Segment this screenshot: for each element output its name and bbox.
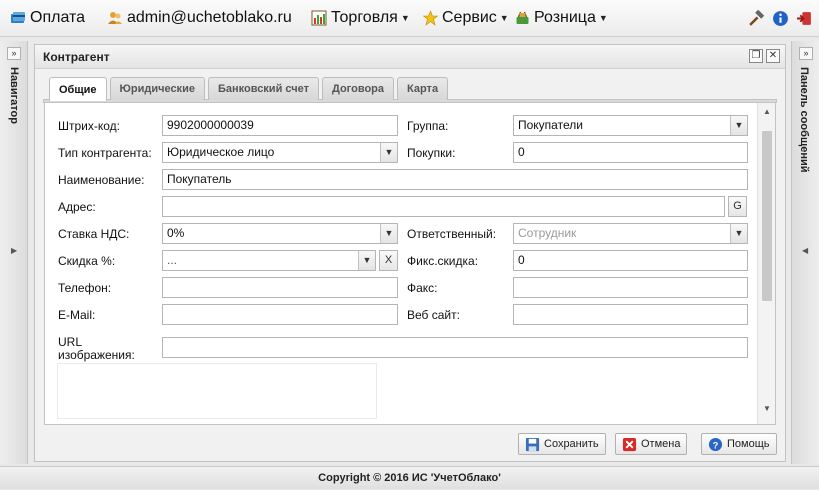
email-label: E-Mail: — [58, 308, 96, 322]
chevron-down-icon[interactable]: ▼ — [358, 251, 375, 270]
type-label: Тип контрагента: — [58, 146, 152, 160]
messages-panel: » Панель сообщений ◀ — [791, 41, 819, 464]
scroll-down-icon[interactable]: ▼ — [763, 404, 771, 413]
expand-navigator-button[interactable]: » — [7, 47, 21, 60]
chevron-down-icon: ▼ — [499, 13, 509, 23]
responsible-label: Ответственный: — [407, 227, 497, 241]
info-icon[interactable] — [771, 9, 789, 27]
chevron-down-icon[interactable]: ▼ — [730, 224, 747, 243]
chevron-down-icon: ▼ — [400, 13, 410, 23]
form-scrollbar[interactable]: ▲ ▼ — [757, 103, 775, 424]
clear-discount-button[interactable]: X — [379, 250, 398, 271]
group-label: Группа: — [407, 119, 449, 133]
help-button[interactable]: ? Помощь — [701, 433, 777, 455]
vat-label: Ставка НДС: — [58, 227, 130, 241]
fax-label: Факс: — [407, 281, 438, 295]
fixed-discount-label: Фикс.скидка: — [407, 254, 479, 268]
type-select[interactable]: Юридическое лицо ▼ — [162, 142, 398, 163]
window-title: Контрагент — [43, 50, 110, 64]
footer-copyright: Copyright © 2016 ИС 'УчетОблако' — [0, 466, 819, 489]
image-url-label-line2: изображения: — [58, 348, 135, 362]
purchases-input[interactable]: 0 — [513, 142, 748, 163]
scroll-thumb[interactable] — [762, 131, 772, 301]
barcode-input[interactable]: 9902000000039 — [162, 115, 398, 136]
expand-messages-button[interactable]: » — [799, 47, 813, 60]
svg-text:?: ? — [713, 440, 719, 450]
tab-bank-account[interactable]: Банковский счет — [207, 77, 319, 100]
top-menu-bar: Оплата admin@uchetoblako.ru Торговля ▼ С… — [0, 0, 819, 37]
image-url-input[interactable] — [162, 337, 748, 358]
top-right-tools — [747, 9, 813, 27]
help-icon: ? — [708, 437, 723, 452]
discount-label: Скидка %: — [58, 254, 116, 268]
address-input[interactable] — [162, 196, 725, 217]
discount-select[interactable]: ... ▼ — [162, 250, 376, 271]
chevron-down-icon[interactable]: ▼ — [380, 224, 397, 243]
logout-icon[interactable] — [795, 9, 813, 27]
email-input[interactable] — [162, 304, 398, 325]
payment-icon — [10, 10, 26, 26]
messages-panel-title: Панель сообщений — [798, 67, 810, 173]
group-select[interactable]: Покупатели ▼ — [513, 115, 748, 136]
save-icon — [525, 437, 540, 452]
chevron-down-icon[interactable]: ▼ — [730, 116, 747, 135]
barcode-label: Штрих-код: — [58, 119, 120, 133]
star-icon — [422, 10, 439, 26]
navigator-panel: » Навигатор ▶ — [0, 41, 28, 464]
cart-icon — [514, 10, 530, 26]
tab-bar: Общие Юридические Банковский счет Догово… — [49, 77, 449, 101]
purchases-label: Покупки: — [407, 146, 456, 160]
name-label: Наименование: — [58, 173, 145, 187]
users-icon — [107, 10, 123, 26]
menu-service[interactable]: Сервис ▼ — [422, 8, 509, 28]
chevron-right-icon[interactable]: ▶ — [11, 246, 17, 255]
tab-card[interactable]: Карта — [397, 77, 449, 100]
website-input[interactable] — [513, 304, 748, 325]
phone-input[interactable] — [162, 277, 398, 298]
scroll-up-icon[interactable]: ▲ — [763, 107, 771, 116]
image-preview — [57, 363, 377, 419]
menu-payment[interactable]: Оплата — [10, 8, 85, 28]
cancel-button[interactable]: Отмена — [615, 433, 688, 455]
tab-general[interactable]: Общие — [49, 77, 107, 101]
menu-retail[interactable]: Розница ▼ — [514, 8, 608, 28]
menu-trade[interactable]: Торговля ▼ — [311, 8, 410, 28]
fixed-discount-input[interactable]: 0 — [513, 250, 748, 271]
close-icon — [622, 437, 637, 452]
navigator-title: Навигатор — [8, 67, 20, 124]
name-input[interactable]: Покупатель — [162, 169, 748, 190]
vat-select[interactable]: 0% ▼ — [162, 223, 398, 244]
website-label: Веб сайт: — [407, 308, 460, 322]
counterparty-window: Контрагент ❐ ✕ Общие Юридические Банковс… — [34, 44, 786, 462]
phone-label: Телефон: — [58, 281, 112, 295]
image-url-label-line1: URL — [58, 335, 83, 349]
window-header: Контрагент ❐ ✕ — [35, 45, 785, 69]
restore-window-button[interactable]: ❐ — [749, 49, 763, 63]
chevron-down-icon[interactable]: ▼ — [380, 143, 397, 162]
address-label: Адрес: — [58, 200, 96, 214]
chevron-down-icon: ▼ — [598, 13, 608, 23]
close-window-button[interactable]: ✕ — [766, 49, 780, 63]
geo-button[interactable]: G — [728, 196, 747, 217]
chart-icon — [311, 10, 327, 26]
tab-contracts[interactable]: Договора — [321, 77, 395, 100]
responsible-select[interactable]: Сотрудник ▼ — [513, 223, 748, 244]
general-form: Штрих-код: 9902000000039 Группа: Покупат… — [44, 102, 776, 425]
menu-user[interactable]: admin@uchetoblako.ru — [107, 8, 292, 28]
chevron-left-icon[interactable]: ◀ — [802, 246, 808, 255]
save-button[interactable]: Сохранить — [518, 433, 606, 455]
fax-input[interactable] — [513, 277, 748, 298]
hammer-icon[interactable] — [747, 9, 765, 27]
tab-legal[interactable]: Юридические — [109, 77, 205, 100]
